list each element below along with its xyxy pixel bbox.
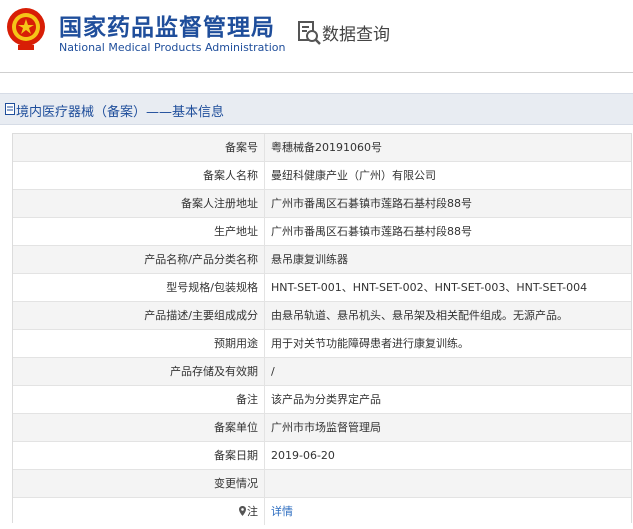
table-row: 变更情况: [13, 470, 631, 498]
table-row: 预期用途 用于对关节功能障碍患者进行康复训练。: [13, 330, 631, 358]
row-value: HNT-SET-001、HNT-SET-002、HNT-SET-003、HNT-…: [271, 281, 588, 294]
table-row: 备案号 粤穗械备20191060号: [13, 134, 631, 162]
row-value: 粤穗械备20191060号: [271, 141, 382, 154]
row-label: 产品存储及有效期: [13, 358, 265, 385]
national-emblem-icon: [7, 8, 45, 50]
info-table: 备案号 粤穗械备20191060号 备案人名称 曼纽科健康产业（广州）有限公司 …: [12, 133, 632, 525]
row-value: /: [271, 365, 275, 378]
row-label: 备案日期: [13, 442, 265, 469]
row-label: 生产地址: [13, 218, 265, 245]
table-row: 备案单位 广州市市场监督管理局: [13, 414, 631, 442]
row-label: 型号规格/包装规格: [13, 274, 265, 301]
table-row: 产品描述/主要组成成分 由悬吊轨道、悬吊机头、悬吊架及相关配件组成。无源产品。: [13, 302, 631, 330]
row-label: 备案单位: [13, 414, 265, 441]
table-row: 备案人名称 曼纽科健康产业（广州）有限公司: [13, 162, 631, 190]
row-label: 注: [13, 498, 265, 525]
details-link[interactable]: 详情: [271, 498, 293, 525]
data-query-icon[interactable]: [297, 20, 321, 46]
table-row: 备案日期 2019-06-20: [13, 442, 631, 470]
org-name-cn: 国家药品监督管理局: [59, 15, 275, 41]
location-pin-icon: [239, 506, 246, 516]
table-row: 型号规格/包装规格 HNT-SET-001、HNT-SET-002、HNT-SE…: [13, 274, 631, 302]
site-header: 国家药品监督管理局 National Medical Products Admi…: [0, 0, 633, 72]
row-value: 该产品为分类界定产品: [271, 393, 381, 406]
row-label: 变更情况: [13, 470, 265, 497]
row-label: 备案人注册地址: [13, 190, 265, 217]
row-label: 备案人名称: [13, 162, 265, 189]
row-value: 悬吊康复训练器: [271, 253, 348, 266]
row-value: 曼纽科健康产业（广州）有限公司: [271, 169, 436, 182]
table-row: 产品存储及有效期 /: [13, 358, 631, 386]
row-value: 由悬吊轨道、悬吊机头、悬吊架及相关配件组成。无源产品。: [271, 309, 568, 322]
row-value: 广州市番禺区石碁镇市莲路石基村段88号: [271, 197, 472, 210]
row-value: 2019-06-20: [271, 449, 335, 462]
row-label: 预期用途: [13, 330, 265, 357]
table-row: 产品名称/产品分类名称 悬吊康复训练器: [13, 246, 631, 274]
row-label: 产品描述/主要组成成分: [13, 302, 265, 329]
row-value: 广州市市场监督管理局: [271, 421, 381, 434]
table-row: 备案人注册地址 广州市番禺区石碁镇市莲路石基村段88号: [13, 190, 631, 218]
section-title: 境内医疗器械（备案）——基本信息: [16, 105, 225, 120]
section-titlebar: 境内医疗器械（备案）——基本信息: [0, 93, 633, 125]
data-query-link[interactable]: 数据查询: [322, 20, 390, 45]
table-row: 生产地址 广州市番禺区石碁镇市莲路石基村段88号: [13, 218, 631, 246]
document-icon: [5, 103, 15, 115]
row-value: 广州市番禺区石碁镇市莲路石基村段88号: [271, 225, 472, 238]
table-row: 备注 该产品为分类界定产品: [13, 386, 631, 414]
header-divider: [0, 72, 633, 73]
note-label: 注: [247, 505, 258, 518]
row-label: 备注: [13, 386, 265, 413]
row-label: 备案号: [13, 134, 265, 161]
row-value: 用于对关节功能障碍患者进行康复训练。: [271, 337, 469, 350]
row-label: 产品名称/产品分类名称: [13, 246, 265, 273]
table-row: 注 详情: [13, 498, 631, 525]
org-name-en: National Medical Products Administration: [59, 41, 286, 54]
